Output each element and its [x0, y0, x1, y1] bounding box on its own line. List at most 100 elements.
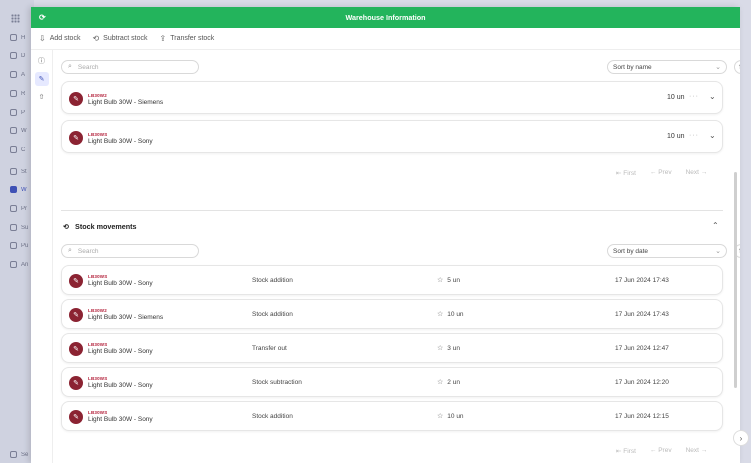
panel-title: Warehouse Information — [345, 13, 426, 22]
movement-row[interactable]: ✎ LB30W2 Light Bulb 30W - Siemens Stock … — [61, 299, 723, 329]
sidebar-item-5[interactable]: W — [10, 127, 31, 134]
product-name: Light Bulb 30W - Sony — [88, 280, 153, 287]
movement-date: 17 Jun 2024 12:15 — [615, 413, 669, 420]
product-code: LB30WS — [88, 410, 108, 415]
stock-quantity: 10 un — [667, 94, 685, 101]
sidebar-item-3[interactable]: R — [10, 90, 31, 97]
product-name: Light Bulb 30W - Siemens — [88, 314, 164, 321]
chevron-down-icon[interactable]: ⌄ — [709, 92, 716, 101]
first-page-button[interactable]: ⇤ First — [616, 169, 636, 177]
stock-movements-header[interactable]: ⟲ Stock movements — [63, 222, 137, 231]
subtract-stock-icon: ⟲ — [92, 34, 100, 43]
movements-icon: ⟲ — [63, 222, 70, 231]
movements-search[interactable]: ⌕ — [61, 244, 199, 258]
product-code: LB30WS — [88, 274, 108, 279]
section-divider — [61, 210, 723, 211]
star-icon: ☆ — [437, 345, 444, 352]
movement-type: Transfer out — [252, 345, 287, 352]
sidebar-item-0[interactable]: H — [10, 34, 31, 41]
transfer-stock-button[interactable]: ⇪ Transfer stock — [160, 34, 215, 43]
movement-row[interactable]: ✎ LB30WS Light Bulb 30W - Sony Stock sub… — [61, 367, 723, 397]
movements-search-input[interactable] — [77, 247, 178, 255]
more-icon[interactable]: ··· — [689, 132, 699, 139]
star-icon: ☆ — [437, 413, 444, 420]
product-icon: ✎ — [69, 342, 83, 356]
product-name: Light Bulb 30W - Sony — [88, 382, 153, 389]
movements-sort-select[interactable]: Sort by date ⌄ — [607, 244, 727, 258]
movement-quantity: ☆ 10 un — [437, 310, 464, 319]
sidebar-item-12[interactable]: An — [10, 261, 31, 268]
product-code: LB30WS — [88, 342, 108, 347]
sidebar-item-7[interactable]: St — [10, 168, 31, 175]
warehouse-panel: ⟳ Warehouse Information ⇩ Add stock ⟲ Subt… — [31, 7, 740, 463]
sidebar-item-6[interactable]: C — [10, 146, 31, 153]
prev-page-button[interactable]: ← Prev — [650, 447, 672, 455]
stock-search-input[interactable] — [77, 63, 178, 71]
movement-row[interactable]: ✎ LB30WS Light Bulb 30W - Sony Stock add… — [61, 265, 723, 295]
sidebar-settings[interactable]: Se — [10, 451, 31, 458]
movement-type: Stock addition — [252, 413, 293, 420]
list-icon — [10, 127, 17, 134]
search-icon: ⌕ — [68, 63, 72, 70]
product-code: LB30WS — [88, 132, 108, 137]
sidebar-item-1[interactable]: D — [10, 52, 31, 59]
movement-row[interactable]: ✎ LB30WS Light Bulb 30W - Sony Stock add… — [61, 401, 723, 431]
product-name: Light Bulb 30W - Sony — [88, 416, 153, 423]
search-icon: ⌕ — [68, 247, 72, 254]
movement-row[interactable]: ✎ LB30WS Light Bulb 30W - Sony Transfer … — [61, 333, 723, 363]
product-name: Light Bulb 30W - Siemens — [88, 99, 164, 106]
movement-type: Stock subtraction — [252, 379, 302, 386]
sort-direction-button[interactable]: ⇅ — [734, 60, 740, 74]
sidebar-item-8[interactable]: W — [10, 186, 31, 193]
stock-item-card[interactable]: ✎ LB30WS Light Bulb 30W - Sony 10 un ···… — [61, 120, 723, 153]
next-page-button[interactable]: Next → — [686, 169, 708, 177]
edit-icon[interactable]: ✎ — [34, 72, 49, 86]
more-icon[interactable]: ··· — [689, 93, 699, 100]
prev-page-button[interactable]: ← Prev — [650, 169, 672, 177]
sidebar-item-9[interactable]: Pr — [10, 205, 31, 212]
chevron-down-icon[interactable]: ⌄ — [709, 131, 716, 140]
product-icon: ✎ — [69, 308, 83, 322]
product-code: LB30W2 — [88, 93, 107, 98]
toolbar: ⇩ Add stock ⟲ Subtract stock ⇪ Transfer sto… — [31, 28, 740, 50]
star-icon: ☆ — [437, 379, 444, 386]
sidebar-item-4[interactable]: P — [10, 109, 31, 116]
clock-icon — [10, 34, 17, 41]
chevron-down-icon: ⌄ — [715, 64, 721, 71]
product-name: Light Bulb 30W - Sony — [88, 138, 153, 145]
stock-search[interactable]: ⌕ — [61, 60, 199, 74]
app-sidebar: H D A R P W C St W Pr Su Pu An Se — [0, 0, 34, 463]
export-icon[interactable]: ⇧ — [35, 90, 49, 104]
analytics-icon — [10, 71, 17, 78]
first-page-button[interactable]: ⇤ First — [616, 447, 636, 455]
product-icon: ✎ — [69, 92, 83, 106]
movement-quantity: ☆ 3 un — [437, 344, 460, 353]
warehouse-icon — [10, 186, 17, 193]
product-icon: ✎ — [69, 131, 83, 145]
movement-quantity: ☆ 10 un — [437, 412, 464, 421]
stock-item-card[interactable]: ✎ LB30W2 Light Bulb 30W - Siemens 10 un … — [61, 81, 723, 114]
movements-pagination: ⇤ First ← Prev Next → — [616, 447, 707, 455]
subtract-stock-button[interactable]: ⟲ Subtract stock — [92, 34, 147, 43]
refresh-icon[interactable]: ⟳ — [39, 13, 46, 22]
add-stock-button[interactable]: ⇩ Add stock — [39, 34, 80, 43]
stock-quantity: 10 un — [667, 133, 685, 140]
chevron-up-icon[interactable]: ⌃ — [712, 221, 719, 230]
chevron-right-icon[interactable]: › — [733, 430, 749, 446]
panel-header: ⟳ Warehouse Information — [31, 7, 740, 28]
stock-sort-select[interactable]: Sort by name ⌄ — [607, 60, 727, 74]
dashboard-icon — [10, 52, 17, 59]
sidebar-item-2[interactable]: A — [10, 71, 31, 78]
truck-icon — [10, 224, 17, 231]
sort-icon: ⇅ — [738, 64, 740, 71]
next-page-button[interactable]: Next → — [686, 447, 708, 455]
scrollbar[interactable] — [734, 172, 737, 388]
sidebar-item-10[interactable]: Su — [10, 224, 31, 231]
movement-type: Stock addition — [252, 311, 293, 318]
stock-pagination: ⇤ First ← Prev Next → — [616, 169, 707, 177]
sidebar-item-11[interactable]: Pu — [10, 242, 31, 249]
gear-icon — [10, 451, 17, 458]
panel-content: ⌕ Sort by name⌄ ⇅ ✎ LB30W2 Light Bulb 30… — [53, 50, 740, 463]
info-icon[interactable]: ⓘ — [35, 54, 49, 68]
apps-grid-icon[interactable] — [11, 14, 20, 23]
